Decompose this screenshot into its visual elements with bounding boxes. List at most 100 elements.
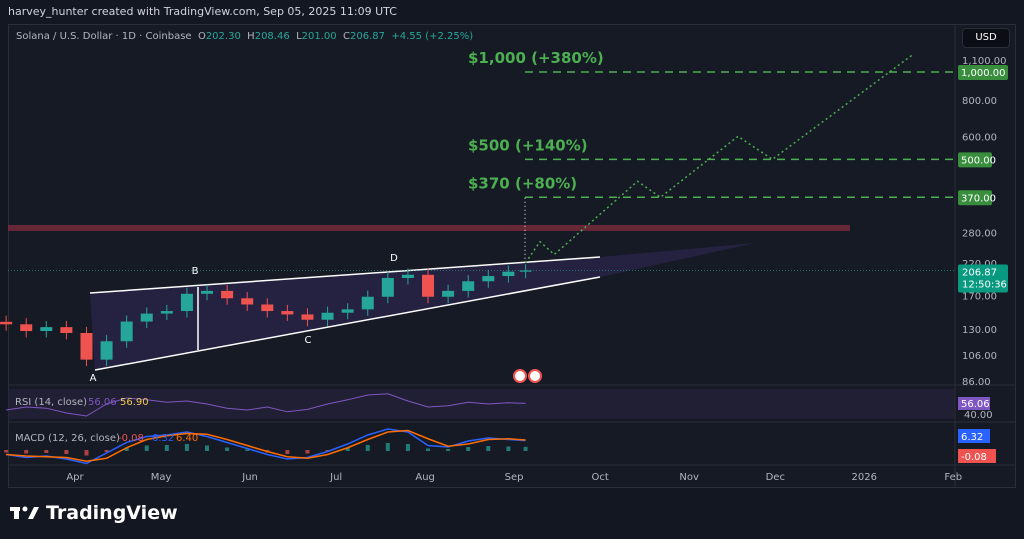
macd-histogram-bar bbox=[4, 450, 9, 453]
candle bbox=[221, 290, 234, 299]
x-tick-label: Jun bbox=[241, 472, 258, 483]
pattern-label-D: D bbox=[390, 253, 398, 264]
macd-histogram-bar bbox=[245, 449, 250, 451]
macd-histogram-bar bbox=[225, 447, 230, 451]
candle bbox=[261, 304, 274, 312]
close-value: 206.87 bbox=[349, 31, 385, 42]
macd-histogram-bar bbox=[305, 450, 310, 454]
candle bbox=[341, 309, 354, 313]
rsi-value: 56.06 bbox=[88, 397, 117, 408]
candle bbox=[281, 311, 294, 315]
candle bbox=[201, 290, 214, 294]
tv-logo-icon bbox=[10, 506, 39, 519]
rsi-label: RSI (14, close) bbox=[15, 397, 87, 408]
open-label: O bbox=[197, 31, 206, 42]
currency-button[interactable]: USD bbox=[962, 28, 1010, 48]
price-tag-text: 1,000.00 bbox=[961, 68, 1006, 79]
x-tick-label: Oct bbox=[592, 472, 609, 483]
macd-histogram-bar bbox=[205, 445, 210, 451]
macd-histogram-bar bbox=[523, 446, 528, 451]
y-tick-label: 600.00 bbox=[962, 132, 997, 143]
us-flag-event-icon bbox=[528, 369, 542, 383]
resistance-zone bbox=[8, 224, 850, 231]
macd-histogram-bar bbox=[164, 445, 169, 451]
candle bbox=[0, 321, 13, 325]
candle bbox=[60, 327, 73, 334]
macd-histogram-bar bbox=[84, 450, 89, 456]
y-tick-label: 280.00 bbox=[962, 228, 997, 239]
candle bbox=[40, 327, 53, 332]
target-label: $1,000 (+380%) bbox=[468, 49, 604, 67]
macd-histogram-bar bbox=[24, 450, 29, 454]
macd-histogram-bar bbox=[405, 444, 410, 451]
rsi-ma-value: 56.90 bbox=[120, 397, 149, 408]
close-label: C bbox=[343, 31, 350, 42]
macd-hist-value: -0.08 bbox=[118, 433, 144, 444]
rsi-band bbox=[8, 389, 955, 419]
x-tick-label: Apr bbox=[66, 472, 84, 483]
candle bbox=[180, 293, 193, 312]
target-label: $500 (+140%) bbox=[468, 136, 588, 154]
candle bbox=[401, 274, 414, 278]
hist-tag-text: -0.08 bbox=[961, 452, 987, 463]
macd-histogram-bar bbox=[365, 445, 370, 451]
macd-histogram-bar bbox=[385, 443, 390, 451]
x-tick-label: Jul bbox=[329, 472, 342, 483]
low-value: 201.00 bbox=[301, 31, 337, 42]
symbol-title[interactable]: Solana / U.S. Dollar · 1D · Coinbase bbox=[16, 31, 192, 42]
candle bbox=[20, 324, 33, 332]
countdown-text: 12:50:36 bbox=[962, 280, 1007, 291]
logo-text: TradingView bbox=[46, 502, 178, 524]
candle bbox=[80, 333, 93, 360]
high-value: 208.46 bbox=[254, 31, 290, 42]
candle bbox=[160, 311, 173, 314]
x-tick-label: Dec bbox=[766, 472, 785, 483]
price-chart[interactable]: 1,100.00800.00600.00280.00220.00170.0013… bbox=[0, 0, 1024, 539]
candle bbox=[462, 281, 475, 291]
open-value: 202.30 bbox=[205, 31, 241, 42]
y-tick-label: 130.00 bbox=[962, 325, 997, 336]
macd-histogram-bar bbox=[426, 448, 431, 451]
symbol-legend: Solana / U.S. Dollar · 1D · Coinbase O20… bbox=[16, 31, 473, 42]
macd-histogram-bar bbox=[446, 449, 451, 451]
macd-histogram-bar bbox=[486, 446, 491, 451]
macd-histogram-bar bbox=[466, 447, 471, 451]
rsi-tick: 40.00 bbox=[964, 410, 993, 421]
candle bbox=[321, 312, 334, 320]
macd-value: 6.32 bbox=[152, 433, 174, 444]
high-label: H bbox=[247, 31, 255, 42]
candle bbox=[381, 277, 394, 297]
macd-histogram-bar bbox=[144, 445, 149, 451]
x-tick-label: Nov bbox=[679, 472, 699, 483]
macd-tag-text: 6.32 bbox=[961, 432, 983, 443]
candle bbox=[442, 290, 455, 297]
candle bbox=[422, 274, 435, 297]
last-price-text: 206.87 bbox=[962, 268, 997, 279]
candle bbox=[361, 296, 374, 310]
macd-histogram-bar bbox=[64, 450, 69, 454]
y-tick-label: 106.00 bbox=[962, 351, 997, 362]
candle bbox=[140, 313, 153, 322]
x-tick-label: 2026 bbox=[852, 472, 877, 483]
pattern-label-C: C bbox=[305, 335, 312, 346]
candle bbox=[241, 298, 254, 305]
x-tick-label: Aug bbox=[415, 472, 435, 483]
candle bbox=[482, 276, 495, 282]
y-tick-label: 170.00 bbox=[962, 291, 997, 302]
change-value: +4.55 (+2.25%) bbox=[391, 31, 474, 42]
macd-histogram-bar bbox=[506, 446, 511, 451]
macd-histogram-bar bbox=[184, 444, 189, 451]
x-tick-label: May bbox=[151, 472, 172, 483]
pattern-label-B: B bbox=[192, 266, 199, 277]
candle bbox=[502, 271, 515, 277]
macd-histogram-bar bbox=[44, 450, 49, 453]
signal-value: 6.40 bbox=[176, 433, 198, 444]
candle bbox=[100, 341, 113, 360]
x-tick-label: Feb bbox=[944, 472, 962, 483]
projection-path bbox=[524, 53, 914, 264]
y-tick-label: 86.00 bbox=[962, 377, 991, 388]
macd-histogram-bar bbox=[285, 450, 290, 454]
x-tick-label: Sep bbox=[505, 472, 524, 483]
candle bbox=[120, 321, 133, 342]
target-label: $370 (+80%) bbox=[468, 174, 577, 192]
